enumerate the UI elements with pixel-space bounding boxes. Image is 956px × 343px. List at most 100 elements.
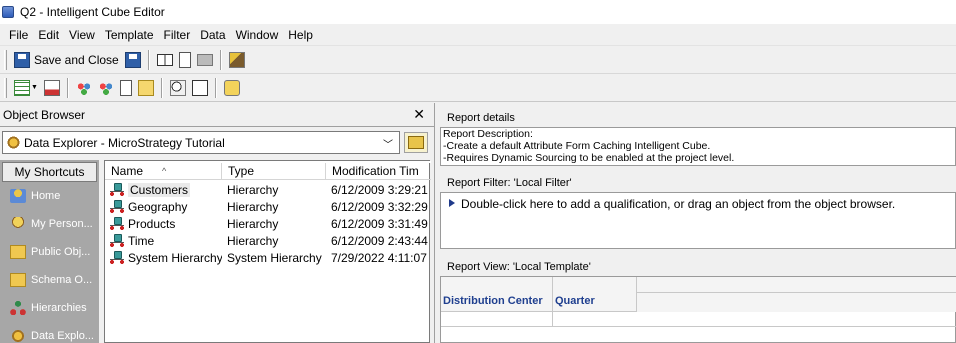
shortcut-hierarchies[interactable]: Hierarchies [0, 294, 99, 322]
toolbar-standard: Save and Close [0, 47, 956, 74]
save-button[interactable] [122, 49, 144, 71]
column-header-label: Name [111, 164, 144, 178]
table-row[interactable]: System Hierarchy System Hierarchy 7/29/2… [105, 249, 431, 266]
graph-icon [43, 79, 60, 96]
object-browser-title: Object Browser [3, 107, 86, 122]
open-book-button[interactable] [154, 49, 176, 71]
grid-header-distribution-center[interactable]: Distribution Center [441, 277, 553, 312]
app-icon [2, 6, 14, 18]
note-icon [137, 79, 154, 96]
row-type: Hierarchy [227, 199, 279, 214]
options-button[interactable] [226, 49, 248, 71]
list-header: Name ^ Type Modification Tim [105, 161, 431, 180]
shortcut-schema-objects[interactable]: Schema O... [0, 266, 99, 294]
folder-up-icon [408, 136, 424, 149]
column-header-modified[interactable]: Modification Tim [326, 163, 431, 180]
report-description[interactable]: Report Description: -Create a default At… [440, 127, 956, 166]
shortcut-label: Public Obj... [31, 246, 91, 258]
toolbar-view: ▼ [0, 74, 956, 102]
zoom-icon [169, 79, 186, 96]
menu-template[interactable]: Template [105, 28, 154, 42]
close-icon[interactable]: ✕ [413, 106, 425, 123]
save-and-close-label: Save and Close [34, 53, 119, 67]
row-modified: 6/12/2009 3:31:49 [331, 216, 428, 231]
save-and-close-button[interactable]: Save and Close [11, 49, 122, 71]
menu-view[interactable]: View [69, 28, 95, 42]
explorer-dropdown[interactable]: Data Explorer - MicroStrategy Tutorial ﹀ [2, 131, 400, 154]
wizard-button[interactable] [221, 77, 243, 99]
shortcut-home[interactable]: Home [0, 182, 99, 210]
report-view-label: Report View: 'Local Template' [447, 261, 591, 273]
row-modified: 6/12/2009 2:43:44 [331, 233, 428, 248]
grid-graph-icon [97, 79, 114, 96]
table-row[interactable]: Products Hierarchy 6/12/2009 3:31:49 [105, 215, 431, 232]
table-row[interactable]: Time Hierarchy 6/12/2009 2:43:44 [105, 232, 431, 249]
toolbar-separator [219, 50, 222, 70]
up-one-level-button[interactable] [404, 132, 428, 153]
column-header-type[interactable]: Type [222, 163, 326, 180]
menu-data[interactable]: Data [200, 28, 225, 42]
print-preview-icon [178, 52, 191, 68]
object-list[interactable]: Name ^ Type Modification Tim Customers H… [104, 160, 431, 343]
shortcut-my-personal[interactable]: My Person... [0, 210, 99, 238]
shortcut-data-explorer[interactable]: Data Explo... [0, 322, 99, 343]
chevron-down-icon: ﹀ [383, 140, 393, 151]
table-row[interactable]: Customers Hierarchy 6/12/2009 3:29:21 [105, 181, 431, 198]
filter-hint-text: Double-click here to add a qualification… [461, 197, 896, 211]
print-preview-button[interactable] [176, 49, 194, 71]
explorer-dropdown-value: Data Explorer - MicroStrategy Tutorial [24, 135, 225, 150]
multi-object-button[interactable] [73, 77, 95, 99]
menu-help[interactable]: Help [288, 28, 313, 42]
home-icon [10, 189, 26, 203]
zoom-button[interactable] [167, 77, 189, 99]
hierarchy-icon [109, 199, 125, 215]
shortcut-button[interactable] [189, 77, 211, 99]
row-name: Geography [128, 199, 188, 214]
report-editor-area: Report details Report Description: -Crea… [437, 103, 956, 343]
row-type: Hierarchy [227, 182, 279, 197]
shortcut-public-objects[interactable]: Public Obj... [0, 238, 99, 266]
grid-header-quarter[interactable]: Quarter [553, 277, 637, 312]
chevron-down-icon: ▼ [31, 84, 38, 91]
report-description-line: -Create a default Attribute Form Caching… [443, 140, 711, 152]
menu-filter[interactable]: Filter [164, 28, 191, 42]
save-as-icon [124, 52, 141, 68]
grid-graph-button[interactable] [95, 77, 117, 99]
explorer-icon [7, 136, 20, 149]
shortcuts-header[interactable]: My Shortcuts [2, 162, 97, 182]
toolbar-grip[interactable] [4, 77, 7, 98]
print-button[interactable] [194, 49, 216, 71]
toolbar-grip[interactable] [4, 50, 7, 70]
shortcuts-bar: My Shortcuts Home My Person... Public Ob… [0, 160, 99, 343]
column-header-name[interactable]: Name ^ [105, 163, 222, 180]
printer-icon [196, 54, 213, 66]
grid-view-button[interactable]: ▼ [11, 77, 41, 99]
toolbar-separator [66, 77, 69, 98]
book-icon [156, 54, 173, 66]
menu-edit[interactable]: Edit [38, 28, 59, 42]
shortcut-arrow-icon [191, 79, 208, 96]
row-type: Hierarchy [227, 216, 279, 231]
toolbar-separator [147, 50, 150, 70]
report-details-label: Report details [447, 112, 515, 124]
title-bar: Q2 - Intelligent Cube Editor [0, 0, 956, 24]
hierarchy-icon [109, 216, 125, 232]
shortcut-label: Home [31, 190, 61, 202]
object-browser-header: Object Browser ✕ [0, 103, 435, 127]
person-icon [10, 217, 26, 231]
menu-window[interactable]: Window [236, 28, 279, 42]
report-filter-pane[interactable]: Double-click here to add a qualification… [440, 192, 956, 249]
note-button[interactable] [135, 77, 157, 99]
shortcut-label: Hierarchies [31, 302, 87, 314]
table-row[interactable]: Geography Hierarchy 6/12/2009 3:32:29 [105, 198, 431, 215]
menu-file[interactable]: File [9, 28, 28, 42]
objects-icon [75, 79, 92, 96]
graph-view-button[interactable] [41, 77, 63, 99]
save-icon [14, 52, 30, 68]
object-browser-panel: Object Browser ✕ Data Explorer - MicroSt… [0, 103, 435, 343]
sql-view-button[interactable] [117, 77, 135, 99]
sql-icon [119, 79, 132, 96]
row-type: System Hierarchy [227, 250, 322, 265]
report-description-line: -Requires Dynamic Sourcing to be enabled… [443, 152, 735, 164]
report-view-grid[interactable]: Distribution Center Quarter [440, 276, 956, 343]
